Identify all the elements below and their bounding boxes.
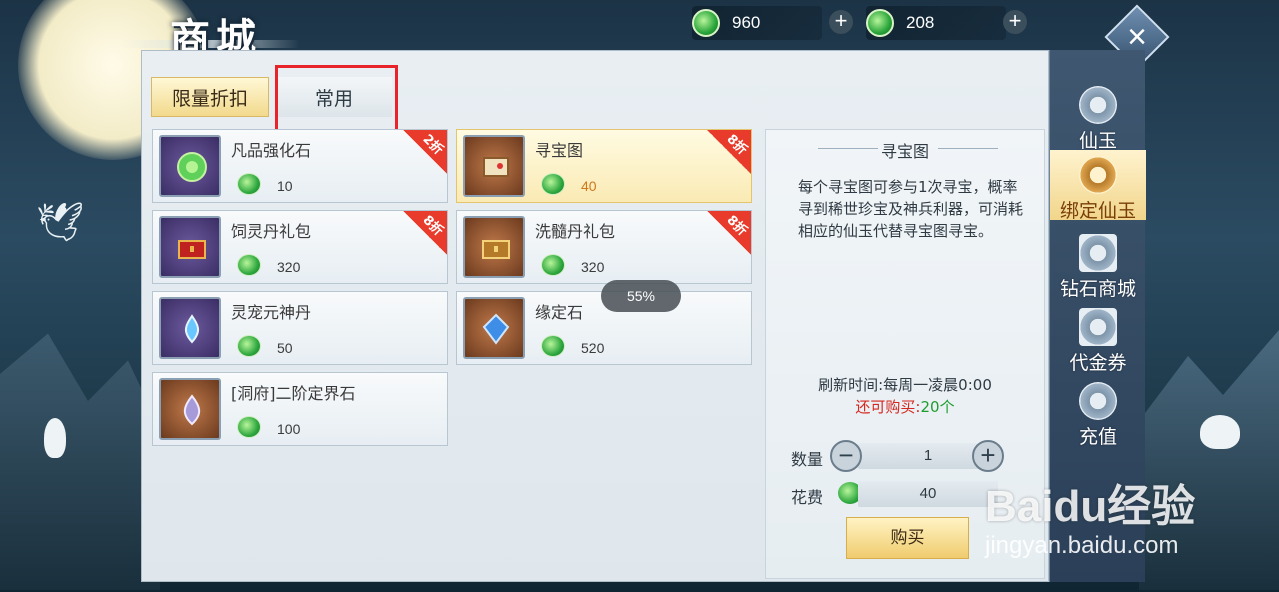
jade-icon bbox=[541, 173, 565, 195]
discount-badge: 8折 bbox=[707, 130, 751, 174]
item-name: 灵宠元神丹 bbox=[231, 303, 312, 322]
item-price: 320 bbox=[277, 259, 301, 275]
jade-icon bbox=[541, 254, 565, 276]
sidebar-item-label: 仙玉 bbox=[1078, 130, 1117, 152]
sidebar-item-jade[interactable]: 仙玉 bbox=[1050, 80, 1146, 152]
jade-icon bbox=[237, 254, 261, 276]
divider bbox=[938, 148, 998, 149]
decrease-quantity-button[interactable]: − bbox=[830, 440, 862, 472]
jade-icon bbox=[237, 173, 261, 195]
crane-decoration: 🕊 bbox=[36, 200, 85, 244]
sidebar-item-recharge[interactable]: 充值 bbox=[1050, 376, 1146, 448]
cost-value: 40 bbox=[858, 481, 998, 507]
item-price: 100 bbox=[277, 421, 301, 437]
red-chest-icon bbox=[159, 216, 221, 278]
tab-limited-discount[interactable]: 限量折扣 bbox=[151, 77, 269, 117]
sidebar-item-label: 充值 bbox=[1078, 426, 1117, 448]
watermark-brand: Baidu经验 bbox=[985, 482, 1196, 531]
discount-badge: 8折 bbox=[403, 211, 447, 255]
item-price: 10 bbox=[277, 178, 293, 194]
currency-bound-jade: 208 bbox=[866, 6, 1006, 40]
item-name: 饲灵丹礼包 bbox=[231, 222, 312, 241]
item-price: 520 bbox=[581, 340, 605, 356]
item-price: 40 bbox=[581, 178, 597, 194]
item-price: 50 bbox=[277, 340, 293, 356]
item-name: [洞府]二阶定界石 bbox=[231, 384, 356, 403]
item-name: 寻宝图 bbox=[535, 141, 584, 160]
detail-description: 每个寻宝图可参与1次寻宝，概率寻到稀世珍宝及神兵利器，可消耗相应的仙玉代替寻宝图… bbox=[798, 178, 1024, 240]
voucher-icon bbox=[1079, 308, 1117, 346]
discount-badge: 8折 bbox=[707, 211, 751, 255]
jade-coin-icon bbox=[1079, 86, 1117, 124]
item-card[interactable]: 凡品强化石 10 2折 bbox=[152, 129, 448, 203]
item-card-selected[interactable]: 寻宝图 40 8折 bbox=[456, 129, 752, 203]
detail-title: 寻宝图 bbox=[880, 142, 929, 161]
treasure-map-icon bbox=[463, 135, 525, 197]
sidebar-item-voucher[interactable]: 代金券 bbox=[1050, 302, 1146, 374]
increase-quantity-button[interactable]: + bbox=[972, 440, 1004, 472]
refresh-time: 刷新时间:每周一凌晨0:00 bbox=[818, 376, 992, 394]
green-stone-icon bbox=[159, 135, 221, 197]
cost-label: 花费 bbox=[791, 488, 824, 507]
buy-button[interactable]: 购买 bbox=[846, 517, 969, 559]
jade-icon bbox=[692, 9, 720, 37]
sidebar-item-label: 代金券 bbox=[1069, 352, 1127, 374]
loading-toast: 55% bbox=[601, 280, 681, 312]
item-name: 缘定石 bbox=[535, 303, 584, 322]
item-card[interactable]: [洞府]二阶定界石 100 bbox=[152, 372, 448, 446]
add-jade-button[interactable]: + bbox=[829, 10, 853, 34]
blue-orb-icon bbox=[159, 297, 221, 359]
remaining-purchases: 还可购买:20个 bbox=[855, 398, 955, 416]
discount-badge: 2折 bbox=[403, 130, 447, 174]
item-price: 320 bbox=[581, 259, 605, 275]
blue-crystal-icon bbox=[463, 297, 525, 359]
jade-icon bbox=[237, 416, 261, 438]
add-bound-jade-button[interactable]: + bbox=[1003, 10, 1027, 34]
sidebar-item-label: 绑定仙玉 bbox=[1059, 200, 1136, 222]
jade-icon bbox=[237, 335, 261, 357]
item-card[interactable]: 饲灵丹礼包 320 8折 bbox=[152, 210, 448, 284]
purple-crystal-icon bbox=[159, 378, 221, 440]
bound-jade-coin-icon bbox=[1079, 156, 1117, 194]
quantity-label: 数量 bbox=[791, 450, 824, 469]
highlight-box bbox=[275, 65, 398, 132]
currency-jade-value: 960 bbox=[732, 13, 761, 32]
gold-chest-icon bbox=[463, 216, 525, 278]
bound-jade-icon bbox=[866, 9, 894, 37]
item-card[interactable]: 灵宠元神丹 50 bbox=[152, 291, 448, 365]
jade-icon bbox=[541, 335, 565, 357]
item-name: 洗髓丹礼包 bbox=[535, 222, 616, 241]
sidebar-item-bound-jade[interactable]: 绑定仙玉 bbox=[1050, 150, 1146, 222]
lotus-right-decoration bbox=[1200, 415, 1240, 449]
currency-jade: 960 bbox=[692, 6, 822, 40]
currency-bound-jade-value: 208 bbox=[906, 13, 935, 32]
sidebar-item-label: 钻石商城 bbox=[1059, 278, 1136, 300]
lotus-left-decoration bbox=[44, 418, 66, 458]
sidebar-item-diamond-shop[interactable]: 钻石商城 bbox=[1050, 228, 1146, 300]
recharge-icon bbox=[1079, 382, 1117, 420]
watermark-url: jingyan.baidu.com bbox=[985, 532, 1179, 559]
shop-building-icon bbox=[1079, 234, 1117, 272]
item-card[interactable]: 洗髓丹礼包 320 8折 bbox=[456, 210, 752, 284]
item-name: 凡品强化石 bbox=[231, 141, 312, 160]
